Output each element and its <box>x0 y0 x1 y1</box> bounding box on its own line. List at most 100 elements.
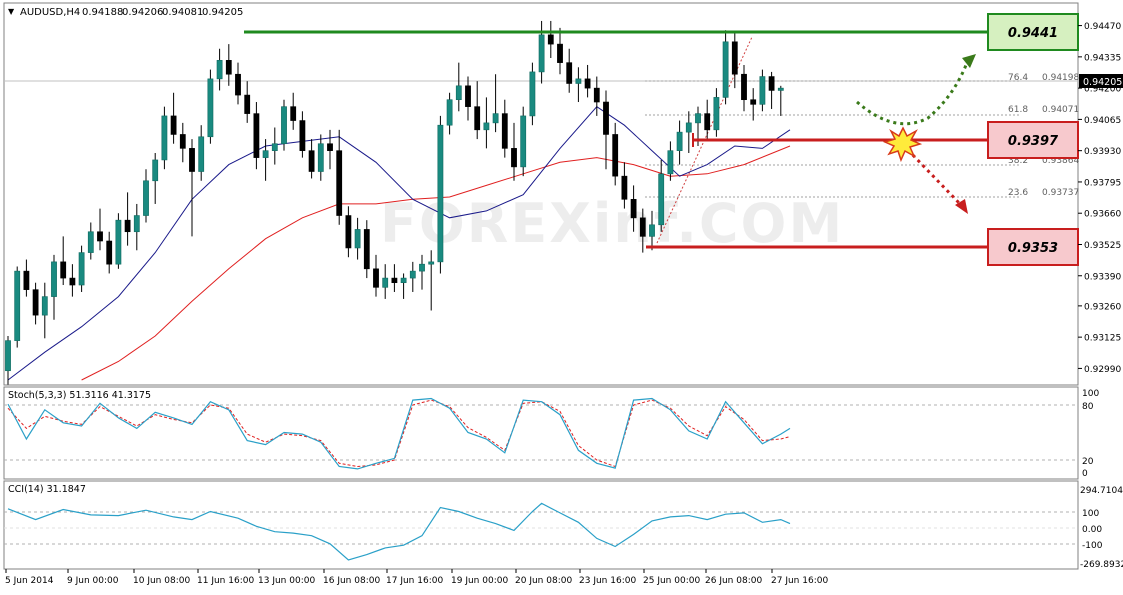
candle-bear[interactable] <box>741 73 747 101</box>
candle-bull[interactable] <box>14 270 21 341</box>
time-tick-label: 26 Jun 08:00 <box>705 576 762 586</box>
candle-bear[interactable] <box>465 85 471 107</box>
candle-bear[interactable] <box>373 268 379 288</box>
candle-bear[interactable] <box>124 219 131 233</box>
header-arrow-icon[interactable]: ▼ <box>8 7 15 16</box>
candle-bull[interactable] <box>722 41 729 98</box>
time-tick-label: 23 Jun 16:00 <box>579 576 636 586</box>
candle-bear[interactable] <box>704 113 711 131</box>
candle-bull[interactable] <box>446 99 453 126</box>
candle-bull[interactable] <box>667 150 674 175</box>
candle-bear[interactable] <box>179 134 186 149</box>
candle-bear[interactable] <box>97 231 103 242</box>
candle-bear[interactable] <box>547 34 554 45</box>
support-box[interactable]: 0.9353 <box>987 228 1079 266</box>
time-axis: 5 Jun 2014 9 Jun 00:00 10 Jun 08:00 11 Jun … <box>5 569 828 586</box>
candle-bear[interactable] <box>235 73 241 96</box>
candle-bull[interactable] <box>133 215 140 233</box>
candle-bear[interactable] <box>750 99 757 105</box>
candle-bear[interactable] <box>23 270 30 290</box>
candle-bear[interactable] <box>244 94 251 114</box>
candle-bull[interactable] <box>152 159 159 182</box>
candle-bear[interactable] <box>621 175 628 200</box>
candle-bull[interactable] <box>649 224 655 237</box>
candle-bull[interactable] <box>658 173 665 226</box>
price-tick-label: 0.94470 <box>1084 22 1121 32</box>
stoch-tick-100: 100 <box>1082 389 1099 399</box>
candle-bear[interactable] <box>345 215 352 249</box>
candle-bull[interactable] <box>520 115 527 168</box>
time-tick-label: 13 Jun 00:00 <box>258 576 315 586</box>
candle-bull[interactable] <box>216 60 223 80</box>
candle-bear[interactable] <box>768 76 775 91</box>
candle-bear[interactable] <box>32 289 39 316</box>
candle-bear[interactable] <box>363 229 370 270</box>
candle-bear[interactable] <box>603 101 609 135</box>
candle-bull[interactable] <box>676 131 683 151</box>
candle-bull[interactable] <box>207 78 214 138</box>
candle-bear[interactable] <box>308 150 315 172</box>
candle-bull[interactable] <box>41 296 48 316</box>
candle-bull[interactable] <box>483 122 490 131</box>
candle-bear[interactable] <box>593 87 600 103</box>
candle-bull[interactable] <box>51 261 57 297</box>
candle-bull[interactable] <box>695 113 701 124</box>
candle-bull[interactable] <box>759 76 766 105</box>
candle-bull[interactable] <box>115 219 122 265</box>
candle-bull[interactable] <box>317 143 324 172</box>
candle-bear[interactable] <box>106 240 113 265</box>
candle-bear[interactable] <box>612 134 619 177</box>
candle-bear[interactable] <box>639 217 646 237</box>
fib-price-764: 0.94198 <box>1042 73 1079 83</box>
candle-bull[interactable] <box>428 261 435 265</box>
candle-bull[interactable] <box>78 252 85 286</box>
candle-bull[interactable] <box>713 97 720 131</box>
candle-bull[interactable] <box>143 180 149 216</box>
candle-bear[interactable] <box>189 148 195 172</box>
candle-bear[interactable] <box>511 148 517 168</box>
candle-bull[interactable] <box>198 136 205 172</box>
candle-bull[interactable] <box>437 124 444 263</box>
candle-bear[interactable] <box>69 277 76 286</box>
candle-bull[interactable] <box>685 122 692 133</box>
candle-bear[interactable] <box>225 60 232 75</box>
fib-price-618: 0.94071 <box>1042 105 1079 115</box>
candle-bull[interactable] <box>262 150 269 158</box>
candle-bull[interactable] <box>400 277 407 284</box>
candle-bull[interactable] <box>271 143 278 151</box>
candle-bull[interactable] <box>87 231 94 253</box>
candle-bull[interactable] <box>455 85 462 101</box>
candle-bear[interactable] <box>170 115 177 135</box>
time-tick-label: 20 Jun 08:00 <box>515 576 572 586</box>
candle-bull[interactable] <box>382 277 389 288</box>
candle-bear[interactable] <box>299 120 306 151</box>
candle-bull[interactable] <box>354 229 361 249</box>
candle-bull[interactable] <box>575 78 582 84</box>
candle-bull[interactable] <box>161 115 168 161</box>
candle-bear[interactable] <box>253 113 260 158</box>
candle-bear[interactable] <box>731 41 738 75</box>
candle-bear[interactable] <box>501 113 508 149</box>
chart-header: ▼ AUDUSD,H4 0.94188 0.94206 0.94081 0.94… <box>8 7 243 18</box>
candle-bear[interactable] <box>336 150 343 216</box>
price-tick-label: 0.94065 <box>1084 116 1121 126</box>
resistance-box[interactable]: 0.9441 <box>987 13 1079 51</box>
candle-bear[interactable] <box>584 78 591 89</box>
candle-bear[interactable] <box>557 43 563 63</box>
candle-bear[interactable] <box>60 261 67 279</box>
candle-bull[interactable] <box>538 34 545 73</box>
candle-bull[interactable] <box>409 270 416 279</box>
candle-bear[interactable] <box>327 143 333 151</box>
candle-bear[interactable] <box>474 106 481 131</box>
candle-bull[interactable] <box>777 87 784 91</box>
candle-bull[interactable] <box>5 340 11 372</box>
candle-bear[interactable] <box>290 106 297 121</box>
pivot-box[interactable]: 0.9397 <box>987 121 1079 159</box>
candle-bear[interactable] <box>391 277 398 284</box>
candle-bear[interactable] <box>630 199 637 219</box>
candle-bull[interactable] <box>419 263 425 272</box>
candle-bull[interactable] <box>529 71 536 117</box>
candle-bull[interactable] <box>281 106 287 145</box>
candle-bear[interactable] <box>566 62 573 84</box>
candle-bull[interactable] <box>492 113 499 124</box>
